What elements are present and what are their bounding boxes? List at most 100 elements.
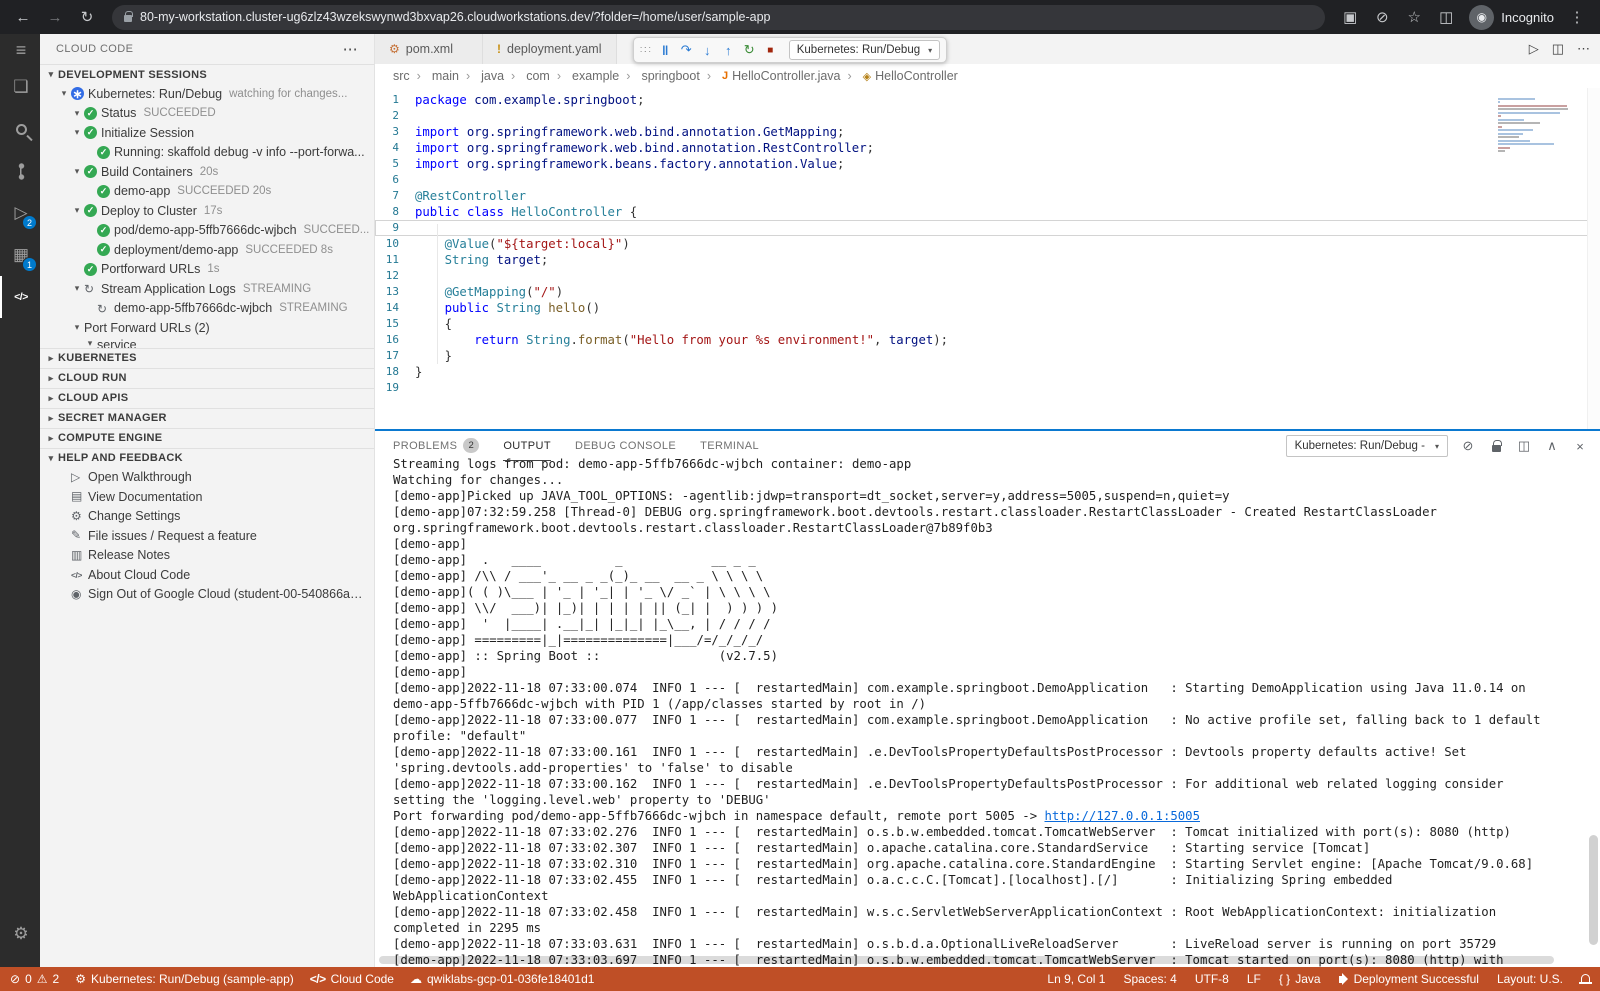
save-page-icon[interactable]: ▣ — [1337, 4, 1363, 30]
indentation-setting[interactable]: Spaces: 4 — [1123, 972, 1176, 986]
debug-session-status[interactable]: ⚙ Kubernetes: Run/Debug (sample-app) — [75, 972, 294, 986]
panel-vertical-scrollbar[interactable] — [1589, 835, 1598, 945]
code-line[interactable]: 6 — [375, 172, 1600, 188]
tree-item[interactable]: KUBERNETES — [40, 348, 374, 368]
tree-item[interactable]: Build Containers 20s — [40, 162, 374, 182]
settings-gear-icon[interactable]: ⚙ — [0, 913, 40, 955]
keyboard-layout[interactable]: Layout: U.S. — [1497, 972, 1563, 986]
code-line[interactable]: 11 String target; — [375, 252, 1600, 268]
tree-item[interactable]: Initialize Session — [40, 123, 374, 143]
tree-item[interactable]: service — [40, 338, 374, 348]
breadcrumb-item[interactable]: main — [410, 69, 459, 83]
menu-hamburger-icon[interactable]: ≡ — [0, 34, 40, 66]
panel-tab[interactable]: OUTPUT — [503, 431, 551, 461]
editor-scrollbar[interactable] — [1587, 88, 1600, 429]
tree-item[interactable]: COMPUTE ENGINE — [40, 428, 374, 448]
tree-item[interactable]: pod/demo-app-5ffb7666dc-wjbch SUCCEED... — [40, 221, 374, 241]
debug-button[interactable] — [760, 40, 781, 61]
problems-status[interactable]: ⊘ 0 ⚠ 2 — [10, 972, 59, 986]
editor-tab[interactable]: deployment.yaml — [483, 34, 617, 64]
close-panel-icon[interactable]: × — [1572, 439, 1588, 454]
code-line[interactable]: 19 — [375, 380, 1600, 396]
back-icon[interactable]: ← — [10, 4, 36, 30]
code-line[interactable]: 7 @RestController — [375, 188, 1600, 204]
code-line[interactable]: 2 — [375, 108, 1600, 124]
tree-item[interactable]: File issues / Request a feature — [40, 526, 374, 546]
debug-button[interactable] — [697, 40, 718, 61]
tree-item[interactable]: Portforward URLs 1s — [40, 260, 374, 280]
run-debug-icon[interactable]: ▷ 2 — [0, 192, 40, 234]
tree-item[interactable]: DEVELOPMENT SESSIONS — [40, 64, 374, 84]
clear-output-icon[interactable]: ⊘ — [1460, 438, 1476, 454]
code-line[interactable]: 13 @GetMapping("/") — [375, 284, 1600, 300]
panel-horizontal-scrollbar[interactable] — [379, 956, 1554, 964]
debug-button[interactable] — [718, 40, 739, 61]
breadcrumb-item[interactable]: src — [393, 69, 410, 83]
bookmark-star-icon[interactable]: ☆ — [1401, 4, 1427, 30]
maximize-panel-icon[interactable]: ∧ — [1544, 438, 1560, 454]
code-line[interactable]: 10 @Value("${target:local}") — [375, 236, 1600, 252]
eye-blocked-icon[interactable]: ⊘ — [1369, 4, 1395, 30]
debug-button[interactable] — [655, 40, 676, 61]
source-control-icon[interactable] — [0, 150, 40, 192]
code-line[interactable]: 12 — [375, 268, 1600, 284]
forward-icon[interactable]: → — [42, 4, 68, 30]
debug-config-dropdown[interactable]: Kubernetes: Run/Debug ▾ — [789, 40, 940, 60]
notifications-bell[interactable] — [1581, 977, 1590, 982]
language-mode[interactable]: { } Java — [1279, 972, 1321, 986]
breadcrumb-item[interactable]: example — [550, 69, 619, 83]
encoding-setting[interactable]: UTF-8 — [1195, 972, 1229, 986]
tree-item[interactable]: demo-app-5ffb7666dc-wjbch STREAMING — [40, 299, 374, 319]
breadcrumb-item[interactable]: springboot — [619, 69, 700, 83]
eol-setting[interactable]: LF — [1247, 972, 1261, 986]
tree-item[interactable]: Deploy to Cluster 17s — [40, 201, 374, 221]
tree-item[interactable]: demo-app SUCCEEDED 20s — [40, 182, 374, 202]
deployment-status[interactable]: Deployment Successful — [1339, 972, 1479, 986]
incognito-badge[interactable]: ◉ Incognito — [1469, 5, 1554, 30]
split-editor-icon[interactable]: ◫ — [1552, 41, 1564, 57]
log-link[interactable]: http://127.0.0.1:5005 — [1045, 809, 1200, 823]
code-line[interactable]: 3 import org.springframework.web.bind.an… — [375, 124, 1600, 140]
tree-item[interactable]: View Documentation — [40, 487, 374, 507]
cloud-code-status[interactable]: </> Cloud Code — [310, 972, 394, 986]
debug-button[interactable] — [739, 40, 760, 61]
tree-item[interactable]: CLOUD APIS — [40, 388, 374, 408]
editor-more-icon[interactable]: ⋯ — [1577, 41, 1590, 57]
code-line[interactable]: 18 } — [375, 364, 1600, 380]
code-line[interactable]: 8 public class HelloController { — [375, 204, 1600, 220]
tree-item[interactable]: Sign Out of Google Cloud (student-00-540… — [40, 585, 374, 605]
more-actions-icon[interactable]: ⋯ — [343, 40, 358, 58]
panel-tab[interactable]: DEBUG CONSOLE — [575, 431, 676, 461]
code-line[interactable]: 15 { — [375, 316, 1600, 332]
panel-tab[interactable]: TERMINAL — [700, 431, 759, 461]
tree-item[interactable]: Port Forward URLs (2) — [40, 318, 374, 338]
code-editor[interactable]: 1 package com.example.springboot; 2 3 im… — [375, 88, 1600, 429]
tree-item[interactable]: Kubernetes: Run/Debug watching for chang… — [40, 84, 374, 104]
code-line[interactable]: 16 return String.format("Hello from your… — [375, 332, 1600, 348]
code-line[interactable]: 17 } — [375, 348, 1600, 364]
extensions-icon[interactable]: ▦ 1 — [0, 234, 40, 276]
tree-item[interactable]: Running: skaffold debug -v info --port-f… — [40, 143, 374, 163]
tree-item[interactable]: Stream Application Logs STREAMING — [40, 279, 374, 299]
run-file-icon[interactable]: ▷ — [1529, 41, 1539, 57]
cursor-position[interactable]: Ln 9, Col 1 — [1047, 972, 1105, 986]
code-line[interactable]: 5 import org.springframework.beans.facto… — [375, 156, 1600, 172]
code-line[interactable]: 9 — [375, 220, 1600, 236]
breadcrumb-item[interactable]: HelloController.java — [700, 69, 841, 83]
side-panel-icon[interactable]: ◫ — [1433, 4, 1459, 30]
split-panel-icon[interactable]: ◫ — [1516, 438, 1532, 454]
output-log[interactable]: Streaming logs from pod: demo-app-5ffb76… — [375, 456, 1600, 967]
cloud-code-activity-icon[interactable]: </> — [0, 276, 40, 318]
search-icon[interactable] — [0, 108, 40, 150]
tree-item[interactable]: SECRET MANAGER — [40, 408, 374, 428]
debug-button[interactable] — [676, 40, 697, 61]
reload-icon[interactable]: ↻ — [74, 4, 100, 30]
panel-tab[interactable]: PROBLEMS 2 — [393, 431, 479, 461]
explorer-icon[interactable]: ❏ — [0, 66, 40, 108]
tree-item[interactable]: HELP AND FEEDBACK — [40, 448, 374, 468]
tree-item[interactable]: Status SUCCEEDED — [40, 104, 374, 124]
code-line[interactable]: 14 public String hello() — [375, 300, 1600, 316]
gcp-project-status[interactable]: ☁ qwiklabs-gcp-01-036fe18401d1 — [410, 972, 594, 986]
breadcrumb-item[interactable]: java — [459, 69, 504, 83]
url-text[interactable]: 80-my-workstation.cluster-ug6zlz43wzeksw… — [140, 10, 771, 24]
